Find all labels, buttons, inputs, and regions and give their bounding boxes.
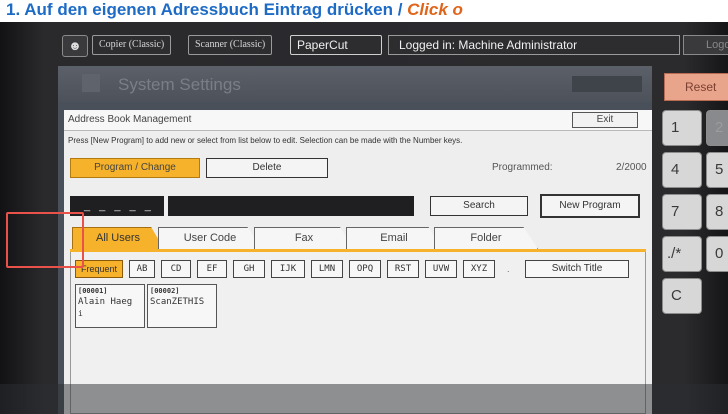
index-cd[interactable]: CD: [161, 260, 191, 278]
screen-bezel-bottom: [0, 384, 728, 414]
instruction-banner: 1. Auf den eigenen Adressbuch Eintrag dr…: [0, 0, 728, 22]
key-2[interactable]: 2: [706, 110, 728, 146]
index-rst[interactable]: RST: [387, 260, 419, 278]
search-field[interactable]: [168, 196, 414, 216]
key-7[interactable]: 7: [662, 194, 702, 230]
program-change-button[interactable]: Program / Change: [70, 158, 200, 178]
header-indicator: [572, 76, 642, 92]
section-title: Address Book Management: [68, 114, 192, 125]
instruction-hint: Press [New Program] to add new or select…: [68, 136, 463, 145]
key-4[interactable]: 4: [662, 152, 702, 188]
search-input[interactable]: _ _ _ _ _: [70, 196, 164, 216]
index-ab[interactable]: AB: [129, 260, 155, 278]
delete-button[interactable]: Delete: [206, 158, 328, 178]
switch-title-button[interactable]: Switch Title: [525, 260, 629, 278]
index-ijk[interactable]: IJK: [271, 260, 305, 278]
index-separator: .: [507, 264, 510, 274]
tab-copier-classic[interactable]: Copier (Classic): [92, 35, 172, 55]
tab-scanner-classic[interactable]: Scanner (Classic): [188, 35, 273, 55]
tab-all-users[interactable]: All Users: [72, 227, 164, 249]
key-5[interactable]: 5: [706, 152, 728, 188]
entry-number: [00001]: [78, 287, 108, 295]
entry-name: Alain Haeg: [78, 297, 133, 307]
tab-papercut[interactable]: PaperCut: [290, 35, 382, 55]
index-opq[interactable]: OPQ: [349, 260, 381, 278]
settings-icon: [82, 74, 100, 92]
key-1[interactable]: 1: [662, 110, 702, 146]
address-entry[interactable]: [00001] Alain Haeg i: [75, 284, 145, 328]
index-ef[interactable]: EF: [197, 260, 227, 278]
programmed-count: 2/2000: [616, 162, 647, 173]
search-button[interactable]: Search: [430, 196, 528, 216]
tab-user-code[interactable]: User Code: [158, 227, 262, 249]
index-xyz[interactable]: XYZ: [463, 260, 495, 278]
selection-highlight: [6, 212, 84, 268]
address-entry[interactable]: [00002] ScanZETHIS: [147, 284, 217, 328]
key-8[interactable]: 8: [706, 194, 728, 230]
reset-button[interactable]: Reset: [664, 73, 728, 101]
category-tabs: All Users User Code Fax Email Folder: [72, 227, 646, 249]
key-0[interactable]: 0: [706, 236, 728, 272]
key-clear-star[interactable]: ./*: [662, 236, 702, 272]
new-program-button[interactable]: New Program: [540, 194, 640, 218]
address-book-panel: Address Book Management Exit Press [New …: [64, 110, 652, 414]
logout-button[interactable]: Logo: [683, 35, 728, 55]
key-c[interactable]: C: [662, 278, 702, 314]
search-placeholder: _ _ _ _ _: [84, 200, 154, 212]
entry-name-continuation: i: [78, 309, 83, 318]
entry-number: [00002]: [150, 287, 180, 295]
banner-highlight: Click o: [407, 0, 463, 19]
tab-email[interactable]: Email: [346, 227, 442, 249]
banner-text: 1. Auf den eigenen Adressbuch Eintrag dr…: [6, 0, 408, 19]
section-bar: Address Book Management Exit: [64, 110, 652, 131]
tab-fax[interactable]: Fax: [254, 227, 354, 249]
page-title: System Settings: [118, 75, 241, 94]
login-status: Logged in: Machine Administrator: [388, 35, 680, 55]
tab-folder[interactable]: Folder: [434, 227, 538, 249]
programmed-label: Programmed:: [492, 162, 553, 173]
index-gh[interactable]: GH: [233, 260, 265, 278]
index-lmn[interactable]: LMN: [311, 260, 343, 278]
touch-screen: System Settings Address Book Management …: [58, 66, 652, 414]
user-icon[interactable]: ☻: [62, 35, 88, 57]
exit-button[interactable]: Exit: [572, 112, 638, 128]
system-settings-header: System Settings: [58, 66, 652, 102]
entry-name: ScanZETHIS: [150, 297, 205, 307]
index-uvw[interactable]: UVW: [425, 260, 457, 278]
